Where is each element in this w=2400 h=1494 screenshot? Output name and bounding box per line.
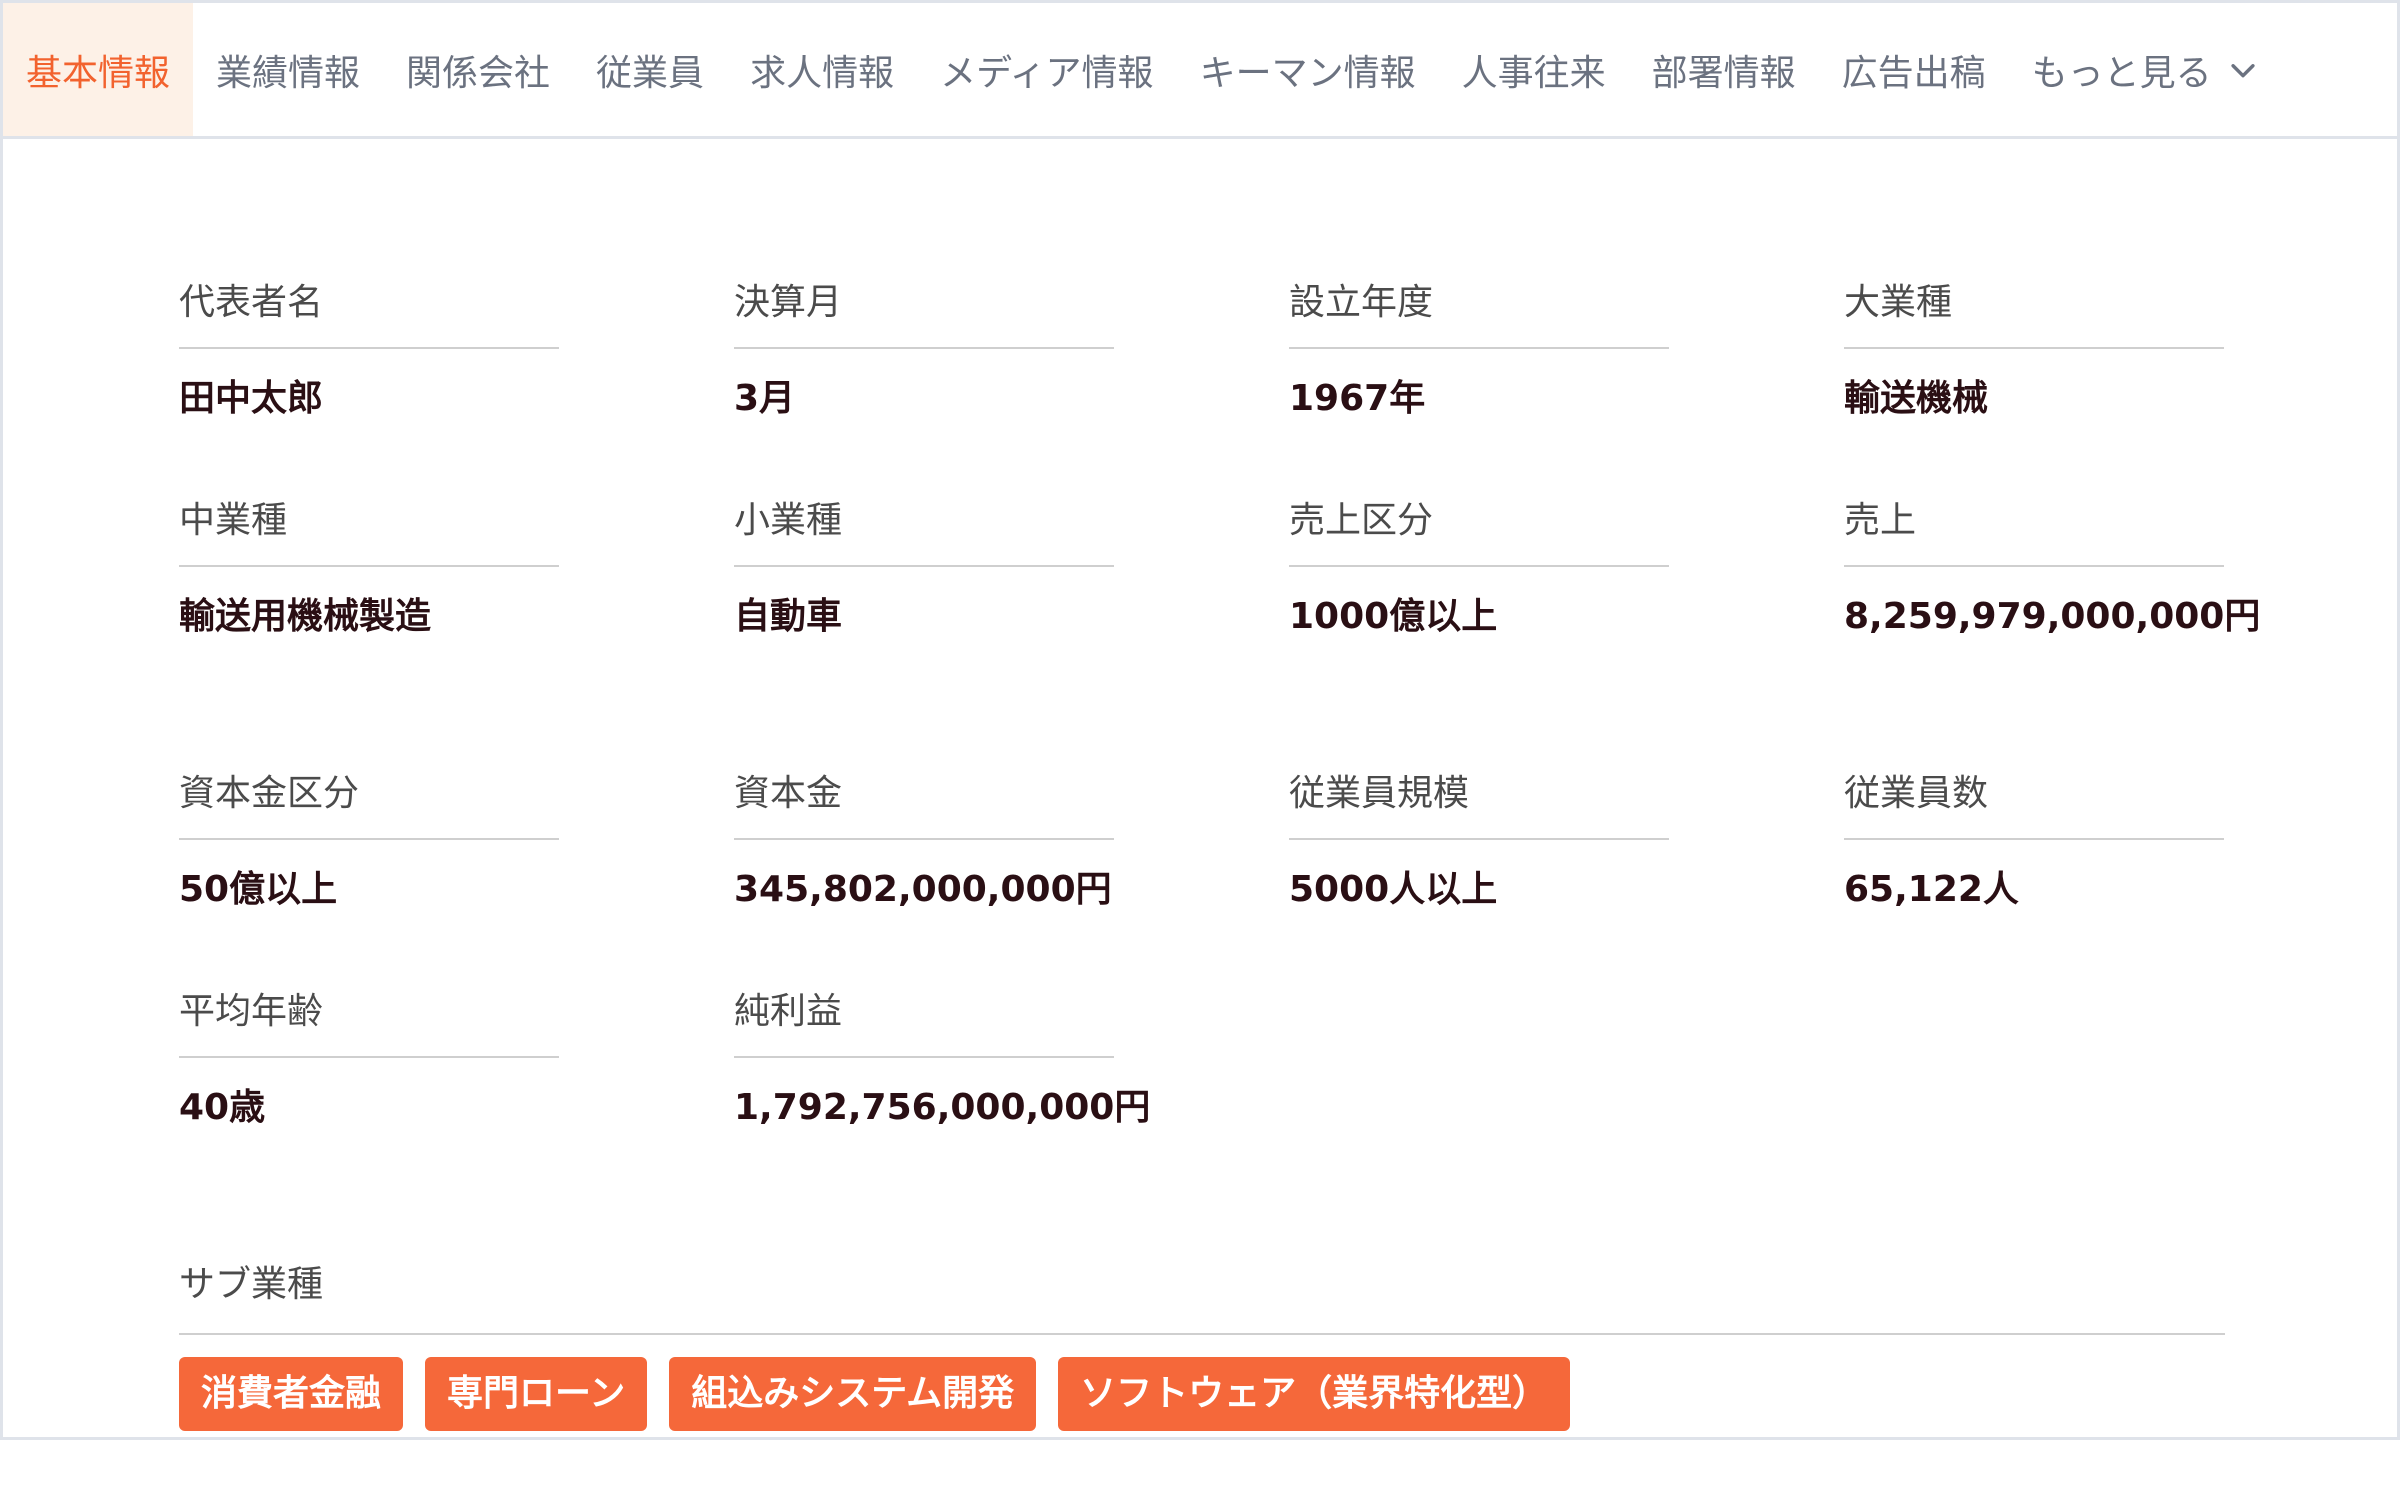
field-value: 65,122人 [1844,869,2019,910]
field-value: 1,792,756,000,000円 [734,1087,1151,1128]
field-average-age: 平均年齢 40歳 [179,974,559,1158]
field-label: 中業種 [179,483,559,567]
tab-affiliates[interactable]: 関係会社 [383,3,573,136]
field-capital-range: 資本金区分 50億以上 [179,756,559,940]
tab-departments[interactable]: 部署情報 [1629,3,1819,136]
tab-personnel-changes[interactable]: 人事往来 [1439,3,1629,136]
chevron-down-icon [2226,53,2260,87]
field-label: 資本金区分 [179,756,559,840]
field-value: 1967年 [1289,378,1426,419]
field-value: 輸送機械 [1844,378,1989,419]
field-major-industry: 大業種 輸送機械 [1844,265,2224,449]
field-sales: 売上 8,259,979,000,000円 [1844,483,2261,667]
field-mid-industry: 中業種 輸送用機械製造 [179,483,559,667]
field-label: 資本金 [734,756,1114,840]
field-founded-year: 設立年度 1967年 [1289,265,1669,449]
field-fiscal-month: 決算月 3月 [734,265,1114,449]
sub-industry-tag[interactable]: ソフトウェア（業界特化型） [1058,1357,1571,1431]
field-label: 大業種 [1844,265,2224,349]
field-minor-industry: 小業種 自動車 [734,483,1114,667]
field-sales-range: 売上区分 1000億以上 [1289,483,1669,667]
field-value: 3月 [734,378,796,419]
field-capital: 資本金 345,802,000,000円 [734,756,1114,940]
sub-industry-tags: 消費者金融 専門ローン 組込みシステム開発 ソフトウェア（業界特化型） [179,1357,2225,1431]
tab-media-info[interactable]: メディア情報 [917,3,1176,136]
field-label: 小業種 [734,483,1114,567]
tab-bar: 基本情報 業績情報 関係会社 従業員 求人情報 メディア情報 キーマン情報 人事… [3,3,2397,139]
tab-performance-info[interactable]: 業績情報 [193,3,383,136]
field-value: 1000億以上 [1289,596,1498,637]
field-representative: 代表者名 田中太郎 [179,265,559,449]
field-value: 田中太郎 [179,378,324,419]
sub-industry-tag[interactable]: 消費者金融 [179,1357,404,1431]
field-value: 40歳 [179,1087,266,1128]
tab-basic-info[interactable]: 基本情報 [3,3,194,136]
field-value: 345,802,000,000円 [734,869,1112,910]
field-label: 平均年齢 [179,974,559,1058]
field-label: 設立年度 [1289,265,1669,349]
company-info-panel: 基本情報 業績情報 関係会社 従業員 求人情報 メディア情報 キーマン情報 人事… [0,0,2400,1440]
sub-industry-label: サブ業種 [179,1253,2225,1335]
tab-more-label: もっと見る [2031,52,2212,94]
field-value: 50億以上 [179,869,338,910]
field-employee-scale: 従業員規模 5000人以上 [1289,756,1669,940]
tab-job-postings[interactable]: 求人情報 [727,3,917,136]
tab-more[interactable]: もっと見る [2009,3,2283,136]
field-label: 決算月 [734,265,1114,349]
sub-industry-tag[interactable]: 組込みシステム開発 [669,1357,1037,1431]
field-label: 従業員数 [1844,756,2224,840]
field-value: 5000人以上 [1289,869,1498,910]
tab-employees[interactable]: 従業員 [573,3,727,136]
sub-industry-section: サブ業種 消費者金融 専門ローン 組込みシステム開発 ソフトウェア（業界特化型） [179,1253,2225,1431]
field-label: 代表者名 [179,265,559,349]
field-label: 売上区分 [1289,483,1669,567]
field-net-income: 純利益 1,792,756,000,000円 [734,974,1151,1158]
tab-key-persons[interactable]: キーマン情報 [1177,3,1439,136]
field-value: 8,259,979,000,000円 [1844,596,2261,637]
field-value: 自動車 [734,596,843,637]
field-employee-count: 従業員数 65,122人 [1844,756,2224,940]
tab-advertising[interactable]: 広告出稿 [1819,3,2009,136]
field-label: 売上 [1844,483,2224,567]
sub-industry-tag[interactable]: 専門ローン [425,1357,648,1431]
field-label: 純利益 [734,974,1114,1058]
field-label: 従業員規模 [1289,756,1669,840]
field-value: 輸送用機械製造 [179,596,432,637]
